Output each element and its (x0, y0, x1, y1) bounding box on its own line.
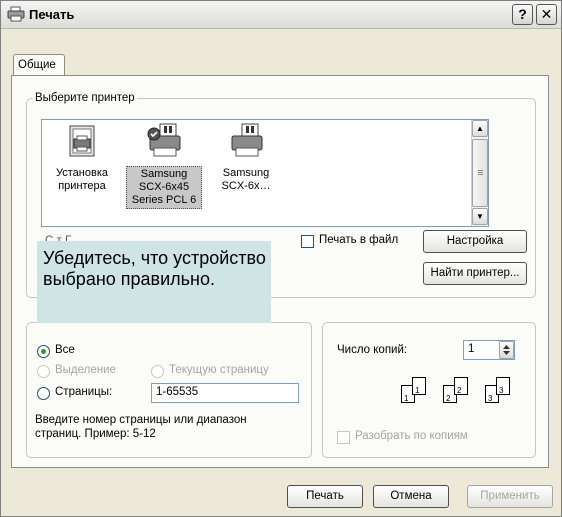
radio-current-page[interactable] (151, 365, 164, 378)
radio-selection[interactable] (37, 365, 50, 378)
close-button[interactable]: ✕ (536, 4, 557, 25)
find-printer-button[interactable]: Найти принтер... (423, 262, 527, 285)
page-range-group: Все Выделение Текущую страницу Страницы:… (26, 322, 312, 458)
add-printer-icon (62, 122, 102, 162)
printer-item-add[interactable]: Установка принтера (44, 122, 120, 194)
cancel-button[interactable]: Отмена (373, 485, 449, 508)
preferences-button[interactable]: Настройка (423, 230, 527, 253)
radio-selection-label: Выделение (55, 364, 116, 376)
tab-general[interactable]: Общие (13, 54, 65, 76)
printer-icon (226, 122, 266, 162)
collate-label: Разобрать по копиям (355, 430, 468, 442)
printer-default-icon (144, 122, 184, 162)
copies-group: Число копий: 1 1 1 2 2 3 3 Разобрать по … (322, 322, 536, 458)
radio-current-page-label: Текущую страницу (169, 364, 269, 376)
printer-item-label: Установка принтера (56, 167, 108, 192)
printer-icon (7, 6, 25, 22)
radio-all-label: Все (55, 344, 75, 356)
print-to-file-label: Печать в файл (319, 234, 399, 246)
print-button[interactable]: Печать (287, 485, 363, 508)
scroll-thumb[interactable] (472, 139, 488, 207)
page-range-hint: Введите номер страницы или диапазон стра… (35, 414, 247, 440)
radio-all[interactable] (37, 345, 50, 358)
radio-pages-label: Страницы: (55, 386, 113, 398)
apply-button[interactable]: Применить (467, 485, 553, 508)
print-to-file-checkbox[interactable] (301, 235, 314, 248)
radio-pages[interactable] (37, 387, 50, 400)
collate-illustration-icon: 1 1 2 2 3 3 (397, 375, 527, 415)
printer-item-samsung-other[interactable]: Samsung SCX-6x… (208, 122, 284, 194)
help-button[interactable]: ? (512, 4, 533, 25)
printer-list-scrollbar[interactable]: ▲ ▼ (471, 120, 488, 226)
printer-list[interactable]: Установка принтера Samsung SCX-6x45 Seri… (41, 119, 489, 227)
scroll-up-arrow-icon[interactable]: ▲ (472, 120, 488, 137)
printer-item-label: Samsung SCX-6x… (221, 167, 271, 192)
copies-label: Число копий: (337, 344, 408, 356)
pages-input[interactable]: 1-65535 (151, 383, 299, 403)
printer-item-label: Samsung SCX-6x45 Series PCL 6 (126, 166, 202, 209)
callout-note: Убедитесь, что устройство выбрано правил… (37, 241, 271, 323)
printer-item-samsung-pcl6[interactable]: Samsung SCX-6x45 Series PCL 6 (126, 122, 202, 209)
title-bar: Печать ? ✕ (1, 1, 561, 29)
window-title: Печать (29, 7, 75, 22)
scroll-down-arrow-icon[interactable]: ▼ (472, 208, 488, 225)
print-dialog: Печать ? ✕ Общие Выберите принтер Устано… (0, 0, 562, 517)
printer-group-legend: Выберите принтер (35, 92, 135, 104)
collate-checkbox[interactable] (337, 431, 350, 444)
copies-spinner[interactable] (499, 341, 514, 359)
